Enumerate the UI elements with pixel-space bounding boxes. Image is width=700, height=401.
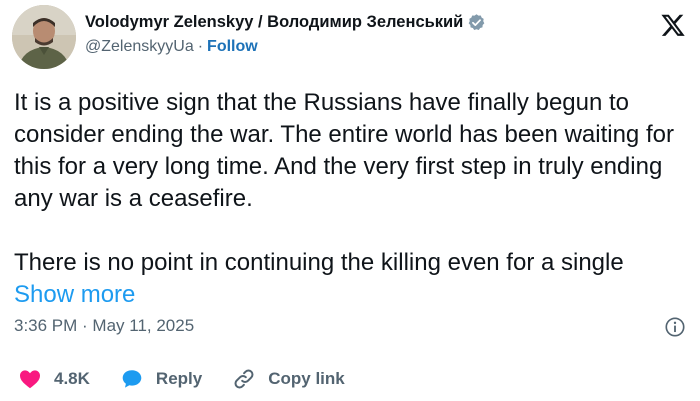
- reply-label: Reply: [155, 369, 203, 388]
- tweet-paragraph-2: There is no point in continuing the kill…: [14, 247, 689, 311]
- like-count: 4.8K: [54, 369, 90, 388]
- handle-row: @ZelenskyyUa · Follow: [85, 38, 486, 56]
- action-bar: 4.8K Reply Copy link: [18, 367, 375, 391]
- show-more-link[interactable]: Show more: [14, 281, 135, 308]
- name-row: Volodymyr Zelenskyy / Володимир Зеленськ…: [85, 11, 486, 33]
- author-handle[interactable]: @ZelenskyyUa: [85, 38, 194, 56]
- heart-icon: [20, 370, 40, 389]
- author-display-name[interactable]: Volodymyr Zelenskyy / Володимир Зеленськ…: [85, 13, 463, 32]
- tweet-body: It is a positive sign that the Russians …: [14, 87, 689, 311]
- reply-button[interactable]: Reply: [120, 367, 202, 391]
- like-button[interactable]: 4.8K: [18, 367, 90, 391]
- copy-link-button[interactable]: Copy link: [232, 367, 345, 391]
- copy-link-label: Copy link: [268, 369, 345, 388]
- speech-bubble-icon: [122, 370, 142, 388]
- link-icon: [234, 369, 254, 389]
- author-info: Volodymyr Zelenskyy / Володимир Зеленськ…: [85, 11, 486, 56]
- separator-dot: ·: [197, 38, 204, 55]
- tweet-paragraph-2-text: There is no point in continuing the kill…: [14, 249, 624, 276]
- tweet-paragraph-1: It is a positive sign that the Russians …: [14, 89, 674, 212]
- verified-badge-icon: [467, 13, 486, 32]
- follow-button[interactable]: Follow: [207, 38, 258, 56]
- info-icon[interactable]: [664, 316, 686, 338]
- tweet-header: Volodymyr Zelenskyy / Володимир Зеленськ…: [12, 5, 486, 69]
- avatar[interactable]: [12, 5, 76, 69]
- tweet-timestamp[interactable]: 3:36 PM · May 11, 2025: [14, 316, 194, 336]
- tweet-card: Volodymyr Zelenskyy / Володимир Зеленськ…: [0, 0, 700, 401]
- x-logo-icon[interactable]: [660, 12, 686, 38]
